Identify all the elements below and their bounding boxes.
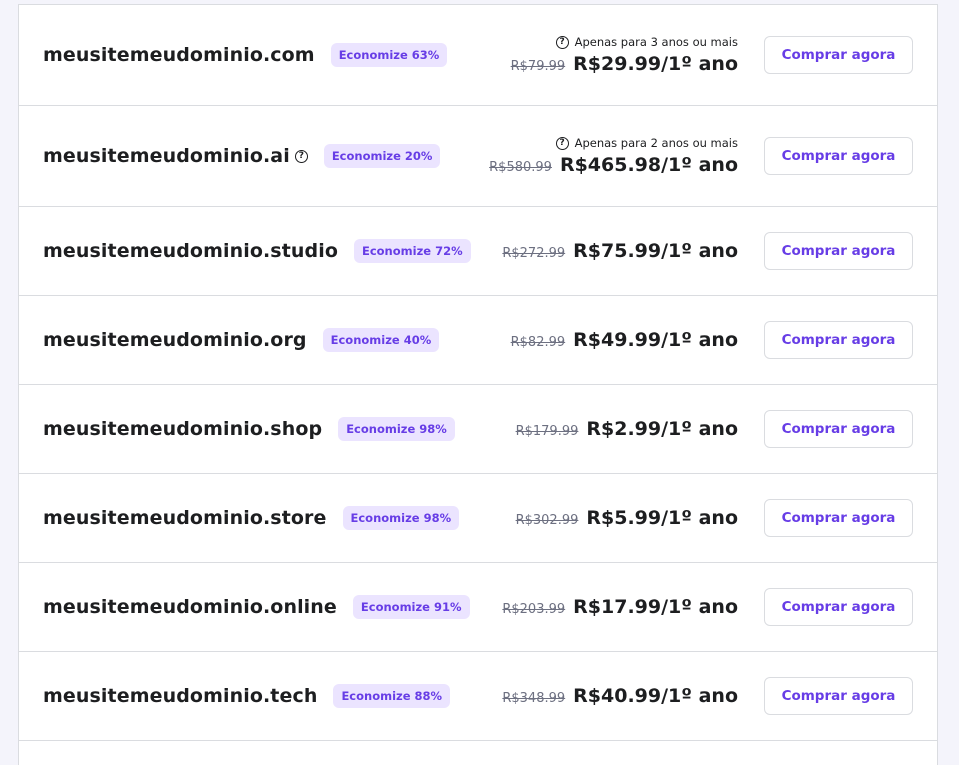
discount-badge: Economize 72% [353,239,471,263]
prices: R$272.99 R$75.99/1º ano [502,240,738,262]
buy-now-button[interactable]: Comprar agora [764,410,913,448]
discount-badge: Economize 98% [338,417,455,441]
buy-now-button[interactable]: Comprar agora [764,137,913,175]
domain-info: meusitemeudominio.org Economize 40% [43,328,440,352]
domain-name: meusitemeudominio.store [43,507,327,529]
discount-badge: Economize 98% [342,506,460,530]
domain-name: meusitemeudominio.ai [43,145,290,167]
price-block: ? Apenas para 2 anos ou mais R$580.99 R$… [489,136,738,176]
domain-info: meusitemeudominio.online Economize 91% [43,595,470,619]
new-price: R$40.99/1º ano [573,685,738,707]
old-price: R$203.99 [502,602,566,617]
buy-now-button[interactable]: Comprar agora [764,232,913,270]
discount-badge: Economize 91% [352,595,470,619]
domain-info: meusitemeudominio.shop Economize 98% [43,417,455,441]
domain-name: meusitemeudominio.shop [43,418,323,440]
new-price: R$465.98/1º ano [559,154,738,176]
price-block: R$272.99 R$75.99/1º ano [502,240,738,262]
price-note: ? Apenas para 3 anos ou mais [555,35,738,49]
price-block: R$179.99 R$2.99/1º ano [516,418,738,440]
buy-now-button[interactable]: Comprar agora [764,677,913,715]
old-price: R$272.99 [502,246,566,261]
prices: R$82.99 R$49.99/1º ano [511,329,738,351]
domain-name: meusitemeudominio.studio [43,240,338,262]
prices: R$348.99 R$40.99/1º ano [502,685,738,707]
buy-now-button[interactable]: Comprar agora [764,588,913,626]
domain-results-list: meusitemeudominio.com Economize 63% ? Ap… [18,4,938,765]
prices: R$79.99 R$29.99/1º ano [511,53,738,75]
old-price: R$82.99 [510,335,566,350]
new-price: R$29.99/1º ano [573,53,738,75]
price-note-text: Apenas para 2 anos ou mais [574,136,738,150]
domain-row-store: meusitemeudominio.store Economize 98% R$… [19,474,937,563]
price-block: R$82.99 R$49.99/1º ano [511,329,738,351]
domain-name: meusitemeudominio.online [43,596,337,618]
old-price: R$302.99 [515,513,579,528]
buy-now-button[interactable]: Comprar agora [764,499,913,537]
price-note-text: Apenas para 3 anos ou mais [574,35,738,49]
prices: R$179.99 R$2.99/1º ano [516,418,738,440]
domain-name: meusitemeudominio.tech [43,685,318,707]
discount-badge: Economize 20% [323,144,441,168]
prices: R$203.99 R$17.99/1º ano [502,596,738,618]
domain-info: meusitemeudominio.tech Economize 88% [43,684,451,708]
price-block: R$302.99 R$5.99/1º ano [516,507,738,529]
domain-row-ai: meusitemeudominio.ai ? Economize 20% ? A… [19,106,937,207]
price-block: ? Apenas para 3 anos ou mais R$79.99 R$2… [511,35,738,75]
domain-row-shop: meusitemeudominio.shop Economize 98% R$1… [19,385,937,474]
domain-info: meusitemeudominio.ai ? Economize 20% [43,144,441,168]
price-note: ? Apenas para 2 anos ou mais [555,136,738,150]
buy-now-button[interactable]: Comprar agora [764,36,913,74]
prices: R$580.99 R$465.98/1º ano [489,154,738,176]
new-price: R$5.99/1º ano [586,507,738,529]
domain-info: meusitemeudominio.com Economize 63% [43,43,448,67]
domain-name: meusitemeudominio.org [43,329,307,351]
old-price: R$348.99 [502,691,566,706]
domain-info: meusitemeudominio.studio Economize 72% [43,239,471,263]
domain-row-studio: meusitemeudominio.studio Economize 72% R… [19,207,937,296]
domain-row-org: meusitemeudominio.org Economize 40% R$82… [19,296,937,385]
new-price: R$75.99/1º ano [573,240,738,262]
discount-badge: Economize 88% [333,684,451,708]
price-block: R$203.99 R$17.99/1º ano [502,596,738,618]
question-circle-icon[interactable]: ? [555,35,569,49]
domain-info: meusitemeudominio.store Economize 98% [43,506,460,530]
new-price: R$17.99/1º ano [573,596,738,618]
question-circle-icon[interactable]: ? [555,136,569,150]
buy-now-button[interactable]: Comprar agora [764,321,913,359]
domain-row-online: meusitemeudominio.online Economize 91% R… [19,563,937,652]
prices: R$302.99 R$5.99/1º ano [516,507,738,529]
new-price: R$49.99/1º ano [573,329,738,351]
discount-badge: Economize 40% [322,328,440,352]
old-price: R$179.99 [515,424,579,439]
domain-row-tech: meusitemeudominio.tech Economize 88% R$3… [19,652,937,741]
new-price: R$2.99/1º ano [586,418,738,440]
old-price: R$79.99 [510,59,566,74]
old-price: R$580.99 [489,160,552,175]
price-block: R$348.99 R$40.99/1º ano [502,685,738,707]
domain-name: meusitemeudominio.com [43,44,315,66]
discount-badge: Economize 63% [330,43,448,67]
question-circle-icon[interactable]: ? [294,149,308,163]
domain-row-com: meusitemeudominio.com Economize 63% ? Ap… [19,5,937,106]
